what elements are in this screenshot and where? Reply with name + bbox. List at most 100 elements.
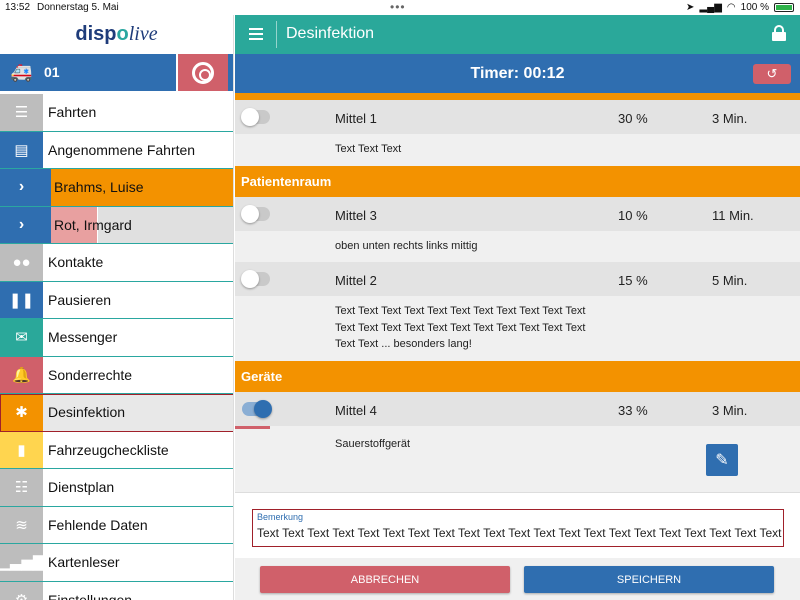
indent-bar <box>43 169 51 206</box>
database-icon: ≋ <box>0 506 43 543</box>
section-strip <box>235 93 800 100</box>
history-icon: ↺ <box>766 66 778 81</box>
agent-toggle[interactable] <box>242 399 272 418</box>
agent-description: Text Text Text <box>235 134 800 166</box>
sidebar-item-label: Messenger <box>48 329 118 346</box>
remarks-label: Bemerkung <box>257 512 304 522</box>
action-footer: ABBRECHEN SPEICHERN <box>235 558 800 600</box>
battery-icon <box>774 3 794 12</box>
agent-percent: 30 % <box>618 111 648 126</box>
sidebar-item-label: Desinfektion <box>43 394 233 431</box>
lock-icon[interactable] <box>772 25 786 41</box>
timer-display: Timer: 00:12 <box>470 65 565 82</box>
agent-row: Mittel 4 33 % 3 Min. <box>235 391 800 426</box>
sidebar-item-label: Angenommene Fahrten <box>48 141 196 158</box>
remarks-value[interactable]: Text Text Text Text Text Text Text Text … <box>257 526 783 540</box>
status-indicators: ➤ ▂▄▆ ◠ 100 % <box>686 2 794 13</box>
pencil-icon: ✎ <box>715 452 729 469</box>
timer-reset-button[interactable]: ↺ <box>753 64 791 84</box>
agent-percent: 33 % <box>618 402 648 418</box>
chevron-right-icon: › <box>0 169 43 206</box>
cellular-icon: ▂▄▆ <box>699 2 722 13</box>
sidebar-item-fahrzeugcheckliste[interactable]: ▮ Fahrzeugcheckliste <box>0 431 233 469</box>
book-icon: ▮ <box>0 431 43 468</box>
page-title: Desinfektion <box>286 25 375 42</box>
pause-icon: ❚❚ <box>0 281 43 318</box>
sidebar-item-brahms-luise[interactable]: › Brahms, Luise <box>0 169 233 207</box>
sidebar-item-kontakte[interactable]: ●● Kontakte <box>0 244 233 282</box>
disinfection-list: Mittel 1 30 % 3 Min. Text Text Text Pati… <box>235 100 800 492</box>
agent-name: Mittel 2 <box>335 273 377 288</box>
section-header-geraete: Geräte <box>235 360 800 392</box>
status-bar: 13:52 Donnerstag 5. Mai ••• ➤ ▂▄▆ ◠ 100 … <box>0 0 800 15</box>
agent-duration: 3 Min. <box>712 111 748 126</box>
broadcast-icon <box>192 61 214 84</box>
id-card-icon: ▤ <box>0 131 43 168</box>
edit-button[interactable]: ✎ <box>706 444 738 476</box>
sidebar-item-label: Pausieren <box>48 291 112 308</box>
agent-duration: 5 Min. <box>712 273 748 288</box>
sidebar-item-pausieren[interactable]: ❚❚ Pausieren <box>0 281 233 319</box>
agent-percent: 15 % <box>618 273 648 288</box>
sidebar-item-rot-irmgard[interactable]: › Rot, Irmgard <box>0 206 233 244</box>
sidebar-item-sonderrechte[interactable]: 🔔 Sonderrechte <box>0 356 233 394</box>
agent-toggle[interactable] <box>241 108 270 126</box>
sidebar-item-label: Rot, Irmgard <box>51 206 233 243</box>
users-icon: ●● <box>0 244 43 281</box>
agent-duration: 11 Min. <box>712 207 754 223</box>
ambulance-icon: 🚑 <box>10 62 33 82</box>
location-icon: ➤ <box>686 2 695 13</box>
multitasking-dots-icon[interactable]: ••• <box>390 0 406 14</box>
sidebar-item-messenger[interactable]: ✉ Messenger <box>0 319 233 357</box>
sidebar: disp o live 🚑 01 ☰ Fahrten ▤ Angenommene F… <box>0 15 234 600</box>
wifi-icon: ◠ <box>726 2 736 13</box>
status-date: Donnerstag 5. Mai <box>37 2 119 13</box>
sidebar-item-kartenleser[interactable]: ▁▃▅▇ Kartenleser <box>0 544 233 582</box>
sidebar-item-fahrten[interactable]: ☰ Fahrten <box>0 94 233 132</box>
sidebar-item-angenommene-fahrten[interactable]: ▤ Angenommene Fahrten <box>0 131 233 169</box>
agent-row: Mittel 3 10 % 11 Min. <box>235 196 800 231</box>
signal-bars-icon: ▁▃▅▇ <box>0 544 45 581</box>
sidebar-item-label: Dienstplan <box>48 479 115 496</box>
sidebar-item-label: Fehlende Daten <box>48 516 148 533</box>
app-header: Desinfektion <box>235 15 800 54</box>
list-alt-icon: ☷ <box>0 469 43 506</box>
app-logo: disp o live <box>75 23 158 45</box>
agent-description: oben unten rechts links mittig <box>235 230 800 262</box>
vehicle-bar[interactable]: 🚑 01 <box>0 54 233 91</box>
agent-duration: 3 Min. <box>712 402 748 418</box>
agent-percent: 10 % <box>618 207 648 223</box>
sidebar-item-einstellungen[interactable]: ⚙ Einstellungen <box>0 581 233 600</box>
sidebar-item-label: Kartenleser <box>48 554 120 571</box>
status-time: 13:52 <box>5 2 31 13</box>
bell-icon: 🔔 <box>0 356 43 393</box>
sidebar-item-label: Einstellungen <box>48 591 133 600</box>
cancel-button[interactable]: ABBRECHEN <box>260 566 510 593</box>
sidebar-item-desinfektion[interactable]: ✱ Desinfektion <box>0 394 233 432</box>
timer-bar: Timer: 00:12 ↺ <box>235 54 800 93</box>
section-header-patientenraum: Patientenraum <box>235 165 800 197</box>
agent-toggle[interactable] <box>241 270 270 288</box>
save-button[interactable]: SPEICHERN <box>524 566 774 593</box>
agent-row: Mittel 1 30 % 3 Min. <box>235 100 800 134</box>
agent-row: Mittel 2 15 % 5 Min. <box>235 262 800 296</box>
battery-percent: 100 % <box>740 2 769 13</box>
sidebar-menu: ☰ Fahrten ▤ Angenommene Fahrten › Brahms… <box>0 94 233 600</box>
sidebar-item-label: Kontakte <box>48 254 104 271</box>
agent-name: Mittel 1 <box>335 111 377 126</box>
envelope-icon: ✉ <box>0 319 43 356</box>
sidebar-item-label: Brahms, Luise <box>51 169 233 206</box>
agent-toggle[interactable] <box>241 204 270 223</box>
indent-bar <box>43 206 51 243</box>
sidebar-item-label: Fahrzeugcheckliste <box>48 441 169 458</box>
sidebar-item-dienstplan[interactable]: ☷ Dienstplan <box>0 469 233 507</box>
agent-name: Mittel 4 <box>335 402 377 418</box>
sidebar-item-fehlende-daten[interactable]: ≋ Fehlende Daten <box>0 506 233 544</box>
vehicle-number: 01 <box>44 64 60 80</box>
chevron-right-icon: › <box>0 206 43 243</box>
agent-description: Text Text Text Text Text Text Text Text … <box>235 296 800 361</box>
signal-button[interactable] <box>176 54 228 91</box>
hamburger-menu-icon[interactable] <box>249 28 263 40</box>
remarks-panel: Bemerkung Text Text Text Text Text Text … <box>235 492 800 558</box>
remarks-field[interactable]: Bemerkung Text Text Text Text Text Text … <box>252 509 784 547</box>
